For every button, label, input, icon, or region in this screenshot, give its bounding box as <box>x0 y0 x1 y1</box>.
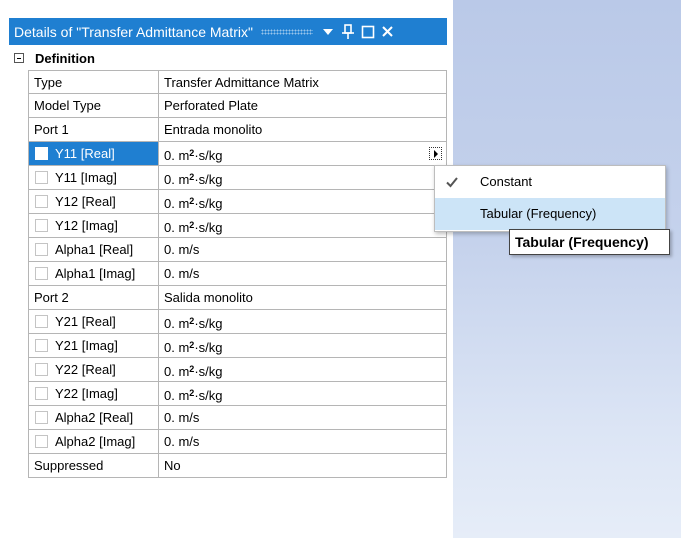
menu-item-label: Tabular (Frequency) <box>480 206 597 221</box>
property-name: Y12 [Imag] <box>55 218 118 233</box>
property-row-alpha2-real[interactable]: Alpha2 [Real] 0. m/s <box>9 406 447 430</box>
property-name: Y21 [Imag] <box>55 338 118 353</box>
parameter-checkbox[interactable] <box>35 363 48 376</box>
parameter-checkbox[interactable] <box>35 315 48 328</box>
menu-item-constant[interactable]: Constant <box>435 166 665 198</box>
property-value[interactable]: 0. m/s <box>159 406 447 430</box>
property-name-cell[interactable]: Y21 [Imag] <box>28 334 159 358</box>
property-value[interactable]: 0. m2·s/kg <box>159 334 447 358</box>
property-value[interactable]: 0. m2·s/kg <box>159 214 447 238</box>
property-name-cell[interactable]: Y11 [Imag] <box>28 166 159 190</box>
property-name-cell[interactable]: Y22 [Real] <box>28 358 159 382</box>
flyout-arrow-icon[interactable] <box>429 147 442 160</box>
property-value[interactable]: 0. m/s <box>159 262 447 286</box>
property-row-port-1[interactable]: Port 1 Entrada monolito <box>9 118 447 142</box>
property-value[interactable]: Perforated Plate <box>159 94 447 118</box>
property-value[interactable]: 0. m2·s/kg <box>159 166 447 190</box>
background-area <box>453 0 681 538</box>
property-name: Alpha1 [Real] <box>55 242 134 257</box>
property-value[interactable]: Salida monolito <box>159 286 447 310</box>
property-value[interactable]: 0. m2·s/kg <box>159 358 447 382</box>
parameter-checkbox[interactable] <box>35 387 48 400</box>
property-value[interactable]: 0. m/s <box>159 430 447 454</box>
property-name: Y22 [Real] <box>55 362 116 377</box>
property-row-port-2[interactable]: Port 2 Salida monolito <box>9 286 447 310</box>
parameter-checkbox[interactable] <box>35 339 48 352</box>
panel-title: Details of "Transfer Admittance Matrix" <box>14 23 253 40</box>
property-row-y22-real[interactable]: Y22 [Real] 0. m2·s/kg <box>9 358 447 382</box>
property-name-cell[interactable]: Alpha1 [Real] <box>28 238 159 262</box>
property-name-cell[interactable]: Alpha1 [Imag] <box>28 262 159 286</box>
property-name-cell[interactable]: Alpha2 [Imag] <box>28 430 159 454</box>
panel-title-bar[interactable]: Details of "Transfer Admittance Matrix" <box>9 18 447 45</box>
property-row-type[interactable]: Type Transfer Admittance Matrix <box>9 70 447 94</box>
property-value[interactable]: Entrada monolito <box>159 118 447 142</box>
property-name: Alpha2 [Real] <box>55 410 134 425</box>
property-row-alpha1-real[interactable]: Alpha1 [Real] 0. m/s <box>9 238 447 262</box>
property-value[interactable]: 0. m2·s/kg <box>159 382 447 406</box>
property-name-cell[interactable]: Y12 [Imag] <box>28 214 159 238</box>
property-name-cell[interactable]: Alpha2 [Real] <box>28 406 159 430</box>
parameter-checkbox[interactable] <box>35 195 48 208</box>
property-name: Port 2 <box>28 286 159 310</box>
property-value[interactable]: 0. m2·s/kg <box>159 142 447 166</box>
property-name: Y21 [Real] <box>55 314 116 329</box>
parameter-checkbox[interactable] <box>35 147 48 160</box>
property-row-alpha2-imag[interactable]: Alpha2 [Imag] 0. m/s <box>9 430 447 454</box>
property-name: Port 1 <box>28 118 159 142</box>
details-panel: Details of "Transfer Admittance Matrix" … <box>9 18 447 538</box>
property-name-cell[interactable]: Y11 [Real] <box>28 142 159 166</box>
parameter-checkbox[interactable] <box>35 411 48 424</box>
property-name-cell[interactable]: Y21 [Real] <box>28 310 159 334</box>
maximize-icon[interactable] <box>359 23 377 41</box>
parameter-checkbox[interactable] <box>35 267 48 280</box>
property-row-model-type[interactable]: Model Type Perforated Plate <box>9 94 447 118</box>
property-name: Alpha2 [Imag] <box>55 434 136 449</box>
drag-grip[interactable] <box>260 28 313 35</box>
pin-icon[interactable] <box>339 23 357 41</box>
parameter-checkbox[interactable] <box>35 171 48 184</box>
property-name: Type <box>28 70 159 94</box>
parameter-checkbox[interactable] <box>35 219 48 232</box>
property-value[interactable]: No <box>159 454 447 478</box>
property-row-y12-imag[interactable]: Y12 [Imag] 0. m2·s/kg <box>9 214 447 238</box>
property-row-y22-imag[interactable]: Y22 [Imag] 0. m2·s/kg <box>9 382 447 406</box>
property-name: Alpha1 [Imag] <box>55 266 136 281</box>
menu-item-label: Constant <box>480 174 533 189</box>
menu-item-tabular-frequency[interactable]: Tabular (Frequency) <box>435 198 665 230</box>
section-label: Definition <box>35 51 95 66</box>
parameter-checkbox[interactable] <box>35 435 48 448</box>
property-name: Y22 [Imag] <box>55 386 118 401</box>
property-name: Model Type <box>28 94 159 118</box>
property-row-y21-imag[interactable]: Y21 [Imag] 0. m2·s/kg <box>9 334 447 358</box>
property-name: Suppressed <box>28 454 159 478</box>
property-row-y11-imag[interactable]: Y11 [Imag] 0. m2·s/kg <box>9 166 447 190</box>
property-row-y11-real[interactable]: Y11 [Real] 0. m2·s/kg <box>9 142 447 166</box>
property-name: Y12 [Real] <box>55 194 116 209</box>
property-name-cell[interactable]: Y22 [Imag] <box>28 382 159 406</box>
property-value[interactable]: 0. m2·s/kg <box>159 190 447 214</box>
property-value[interactable]: 0. m2·s/kg <box>159 310 447 334</box>
value-type-menu: Constant Tabular (Frequency) <box>434 165 666 232</box>
tooltip: Tabular (Frequency) <box>509 229 670 255</box>
property-name-cell[interactable]: Y12 [Real] <box>28 190 159 214</box>
property-name: Y11 [Real] <box>55 146 115 161</box>
parameter-checkbox[interactable] <box>35 243 48 256</box>
property-value[interactable]: Transfer Admittance Matrix <box>159 70 447 94</box>
property-name: Y11 [Imag] <box>55 170 117 185</box>
property-row-suppressed[interactable]: Suppressed No <box>9 454 447 478</box>
property-value[interactable]: 0. m/s <box>159 238 447 262</box>
check-icon <box>444 174 460 190</box>
collapse-icon[interactable] <box>14 53 24 63</box>
property-row-alpha1-imag[interactable]: Alpha1 [Imag] 0. m/s <box>9 262 447 286</box>
chevron-down-icon[interactable] <box>319 23 337 41</box>
close-icon[interactable] <box>379 23 397 41</box>
section-definition[interactable]: Definition <box>9 47 447 71</box>
property-row-y21-real[interactable]: Y21 [Real] 0. m2·s/kg <box>9 310 447 334</box>
property-row-y12-real[interactable]: Y12 [Real] 0. m2·s/kg <box>9 190 447 214</box>
